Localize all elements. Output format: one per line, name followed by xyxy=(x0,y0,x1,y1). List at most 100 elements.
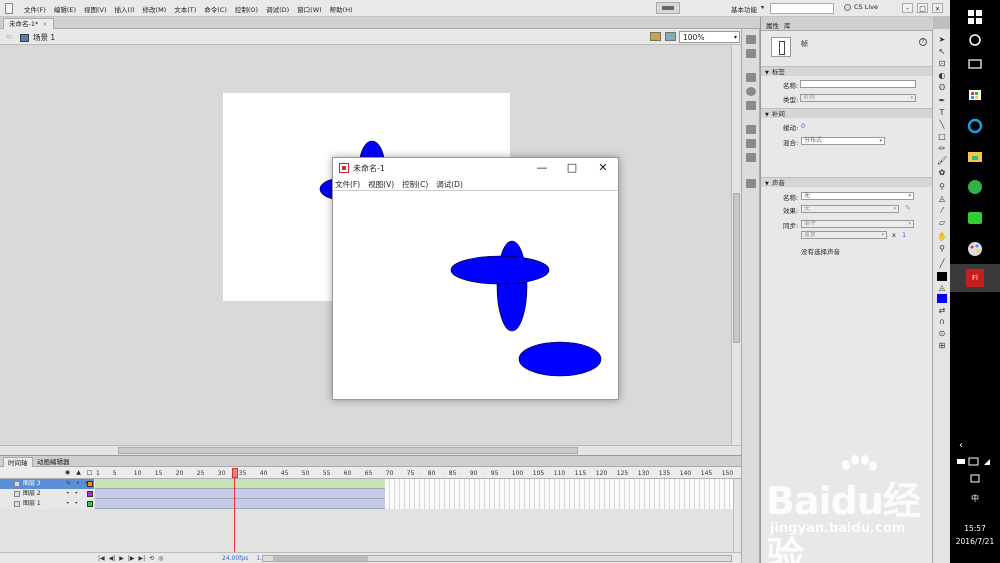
bone-tool-icon[interactable]: ⚲ xyxy=(937,182,947,191)
player-close-button[interactable]: ✕ xyxy=(592,161,614,175)
menu-modify[interactable]: 修改(M) xyxy=(143,4,167,14)
edit-pencil-icon[interactable]: ✎ xyxy=(905,204,911,212)
task-view-icon[interactable] xyxy=(966,55,984,73)
cortana-icon[interactable] xyxy=(966,31,984,49)
code-snippets-icon[interactable] xyxy=(746,153,756,162)
pen-tool-icon[interactable]: ✒ xyxy=(937,96,947,105)
info-panel-icon[interactable] xyxy=(746,87,756,96)
menu-control[interactable]: 控制(O) xyxy=(235,4,258,14)
menu-edit[interactable]: 编辑(E) xyxy=(54,4,76,14)
timeline-vertical-scrollbar[interactable] xyxy=(733,479,741,552)
menu-view[interactable]: 视图(V) xyxy=(84,4,107,14)
subselection-tool-icon[interactable]: ↖ xyxy=(937,47,947,56)
menu-insert[interactable]: 插入(I) xyxy=(115,4,135,14)
notification-icon[interactable] xyxy=(970,474,980,484)
swap-colors-icon[interactable]: ⇄ xyxy=(937,306,947,315)
hand-tool-icon[interactable]: ✋ xyxy=(937,232,947,241)
lasso-icon[interactable]: ʘ xyxy=(937,83,947,92)
sound-name-select[interactable]: 无 ▾ xyxy=(801,192,914,200)
repeat-count[interactable]: 1 xyxy=(902,231,906,239)
edit-symbol-icon[interactable] xyxy=(665,32,676,41)
maximize-button[interactable]: □ xyxy=(917,3,928,13)
tab-timeline[interactable]: 时间轴 xyxy=(3,457,33,467)
tab-library[interactable]: 库 xyxy=(784,20,791,30)
section-tween[interactable]: ▼ 补间 xyxy=(761,108,933,118)
color-panel-icon[interactable] xyxy=(746,35,756,44)
player-minimize-button[interactable]: — xyxy=(531,161,553,175)
ease-value[interactable]: 0 xyxy=(801,122,805,130)
playhead-handle[interactable] xyxy=(232,468,238,478)
frame-span-layer-3[interactable] xyxy=(95,479,385,489)
zoom-select[interactable]: 100% ▾ xyxy=(679,31,740,43)
empty-frames-grid[interactable] xyxy=(385,479,733,509)
minimize-button[interactable]: - xyxy=(902,3,913,13)
stroke-color-swatch[interactable] xyxy=(937,272,947,281)
menu-commands[interactable]: 命令(C) xyxy=(204,4,227,14)
workspace-switch-button[interactable] xyxy=(656,2,680,14)
timeline-horizontal-scrollbar[interactable] xyxy=(262,555,732,562)
menu-text[interactable]: 文本(T) xyxy=(174,4,196,14)
swatches-panel-icon[interactable] xyxy=(746,49,756,58)
folder-icon[interactable] xyxy=(966,147,984,165)
free-transform-icon[interactable]: ⊡ xyxy=(937,59,947,68)
close-icon[interactable]: × xyxy=(42,20,47,28)
paint-app-icon[interactable] xyxy=(966,240,984,258)
search-input[interactable] xyxy=(770,3,834,14)
effect-select[interactable]: 无 ▾ xyxy=(801,205,899,213)
layer-row-2[interactable]: 图层 2 • • xyxy=(0,489,94,499)
repeat-select[interactable]: 重复 ▾ xyxy=(801,231,887,239)
menu-debug[interactable]: 调试(D) xyxy=(266,4,289,14)
last-frame-icon[interactable]: ▶| xyxy=(139,555,146,562)
menu-file[interactable]: 文件(F) xyxy=(24,4,46,14)
stroke-color-icon[interactable]: ╱ xyxy=(937,259,947,268)
player-menu-file[interactable]: 文件(F) xyxy=(335,178,360,190)
snap-icon[interactable]: ∩ xyxy=(937,317,947,326)
iqiyi-icon[interactable] xyxy=(966,209,984,227)
eyedropper-icon[interactable]: ⁄ xyxy=(937,206,947,215)
selection-tool-icon[interactable]: ➤ xyxy=(937,35,947,44)
onion-skin-icon[interactable]: ◎ xyxy=(158,555,163,562)
history-panel-icon[interactable] xyxy=(746,179,756,188)
deco-tool-icon[interactable]: ✿ xyxy=(937,168,947,177)
menu-window[interactable]: 窗口(W) xyxy=(297,4,322,14)
scrollbar-thumb[interactable] xyxy=(118,447,578,454)
section-label[interactable]: ▼ 标签 xyxy=(761,66,933,76)
clock-time[interactable]: 15:57 xyxy=(950,524,1000,533)
fill-color-swatch[interactable] xyxy=(937,294,947,303)
fill-color-icon[interactable]: ◬ xyxy=(937,283,947,292)
prev-frame-icon[interactable]: ◀| xyxy=(109,555,116,562)
scene-breadcrumb[interactable]: 场景 1 xyxy=(20,32,55,43)
straighten-icon[interactable]: ⊞ xyxy=(937,341,947,350)
scrollbar-thumb[interactable] xyxy=(733,193,740,343)
layer-color-swatch[interactable] xyxy=(87,501,93,507)
line-tool-icon[interactable]: ╲ xyxy=(937,120,947,129)
layer-row-1[interactable]: 图层 1 • • xyxy=(0,499,94,509)
text-tool-icon[interactable]: T xyxy=(937,108,947,117)
browser-icon[interactable] xyxy=(966,117,984,135)
windows-start-icon[interactable] xyxy=(966,8,984,26)
section-sound[interactable]: ▼ 声音 xyxy=(761,177,933,187)
clock-date[interactable]: 2016/7/21 xyxy=(950,537,1000,546)
eye-icon[interactable]: ◉ xyxy=(64,469,71,476)
scrollbar-thumb[interactable] xyxy=(273,556,368,561)
menu-help[interactable]: 帮助(H) xyxy=(330,4,353,14)
help-icon[interactable]: ? xyxy=(919,38,927,46)
frame-name-input[interactable] xyxy=(800,80,916,88)
loop-icon[interactable]: ⟲ xyxy=(149,555,154,562)
chevron-left-icon[interactable]: ‹ xyxy=(959,440,963,451)
frame-span-layer-1[interactable] xyxy=(95,499,385,509)
first-frame-icon[interactable]: |◀ xyxy=(98,555,105,562)
player-menu-view[interactable]: 视图(V) xyxy=(368,178,394,190)
tray-icons[interactable] xyxy=(956,456,996,468)
brush-tool-icon[interactable]: 🖌 xyxy=(937,156,947,165)
green-app-icon[interactable] xyxy=(966,178,984,196)
eraser-tool-icon[interactable]: ▱ xyxy=(937,218,947,227)
zoom-tool-icon[interactable]: ⚲ xyxy=(937,244,947,253)
close-button[interactable]: × xyxy=(932,3,943,13)
player-menu-debug[interactable]: 调试(D) xyxy=(436,178,463,190)
align-panel-icon[interactable] xyxy=(746,73,756,82)
fps-value[interactable]: 24.00fps xyxy=(222,555,248,562)
paint-bucket-icon[interactable]: ◬ xyxy=(937,194,947,203)
rectangle-tool-icon[interactable]: □ xyxy=(937,132,947,141)
layer-color-swatch[interactable] xyxy=(87,491,93,497)
